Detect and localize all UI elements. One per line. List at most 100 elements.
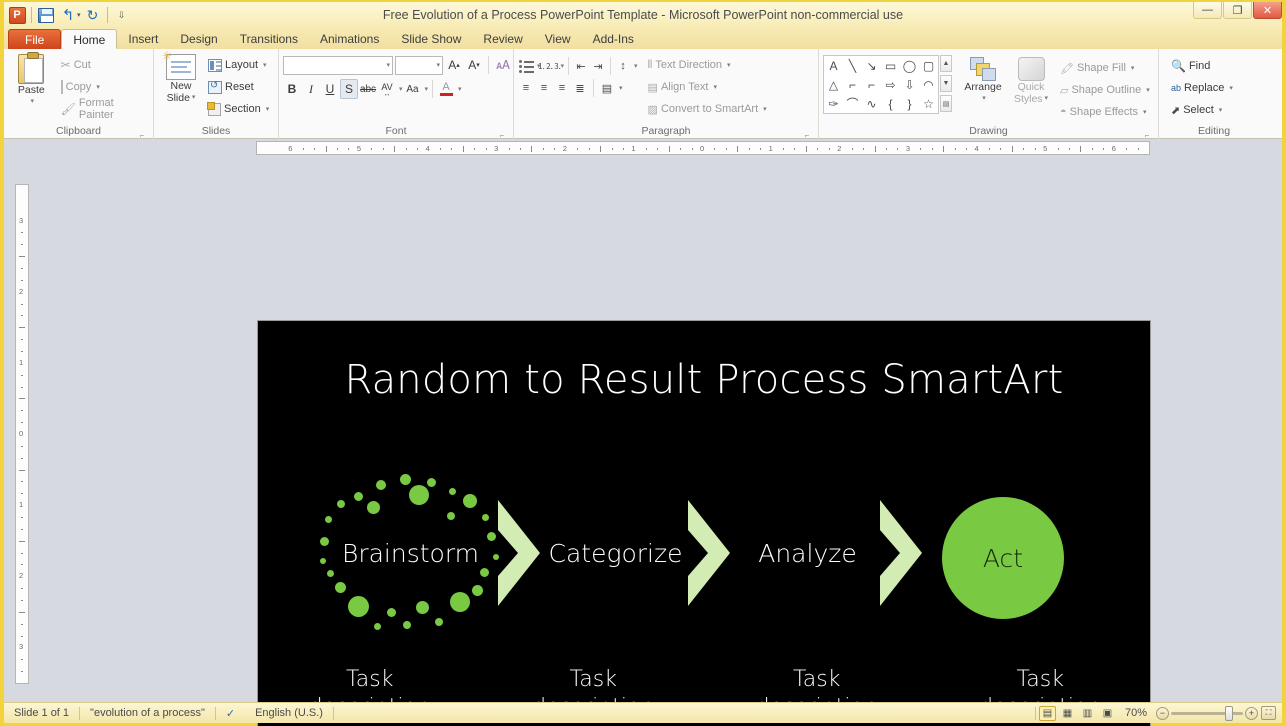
columns-dropdown-icon[interactable]: ▾ xyxy=(619,84,623,92)
align-text-button[interactable]: ▤ Align Text ▾ xyxy=(648,76,767,98)
section-button[interactable]: Section ▾ xyxy=(208,98,269,120)
change-case-button[interactable]: Aa xyxy=(404,79,422,99)
shape-down-arrow-icon[interactable]: ⇩ xyxy=(900,75,919,94)
numbering-dropdown-icon[interactable]: ▾ xyxy=(561,62,565,70)
columns-icon[interactable]: ▤ xyxy=(599,80,615,96)
shapes-gallery-more-icon[interactable]: ▤ xyxy=(940,95,952,112)
close-button[interactable]: ✕ xyxy=(1253,2,1282,19)
copy-button[interactable]: Copy ▾ xyxy=(61,76,149,98)
shape-left-brace-icon[interactable]: { xyxy=(881,94,900,113)
select-button[interactable]: ⬈ Select ▾ xyxy=(1171,99,1233,121)
shape-star-icon[interactable]: ☆ xyxy=(919,94,938,113)
grow-font-button[interactable]: A▴ xyxy=(445,55,463,75)
character-spacing-button[interactable]: AV↔ xyxy=(378,79,396,99)
zoom-slider-thumb[interactable] xyxy=(1225,706,1233,721)
paste-button[interactable]: Paste ▾ xyxy=(8,52,55,108)
new-slide-dropdown-icon[interactable]: ▾ xyxy=(192,92,196,104)
arrange-dropdown-icon[interactable]: ▾ xyxy=(982,93,986,105)
shape-freeform-icon[interactable]: ∿ xyxy=(862,94,881,113)
undo-dropdown-icon[interactable]: ▾ xyxy=(77,11,81,19)
layout-button[interactable]: Layout ▾ xyxy=(208,54,269,76)
shape-elbow-arrow-icon[interactable]: ⌐ xyxy=(862,75,881,94)
horizontal-ruler[interactable]: 6543210123456 xyxy=(256,141,1150,155)
italic-button[interactable]: I xyxy=(302,79,320,99)
tab-design[interactable]: Design xyxy=(169,29,228,49)
shapes-gallery[interactable]: A ╲ ↘ ▭ ◯ ▢ △ ⌐ ⌐ ⇨ ⇩ ◠ ✑ ⌒ ∿ { } xyxy=(823,55,939,114)
decrease-indent-icon[interactable]: ⇤ xyxy=(573,58,589,74)
font-name-input[interactable]: ▾ xyxy=(283,56,393,75)
undo-icon[interactable]: ↰ xyxy=(58,5,78,25)
shape-right-brace-icon[interactable]: } xyxy=(900,94,919,113)
customize-qat-icon[interactable]: ⇩ xyxy=(112,5,132,25)
cut-button[interactable]: ✂ Cut xyxy=(61,54,149,76)
shape-elbow-connector-icon[interactable]: ⌐ xyxy=(843,75,862,94)
shape-effects-button[interactable]: ◓ Shape Effects ▾ xyxy=(1060,101,1150,123)
zoom-out-button[interactable]: − xyxy=(1156,707,1169,720)
maximize-button[interactable]: ❐ xyxy=(1223,2,1252,19)
paragraph-dialog-launcher[interactable]: ⌐ xyxy=(802,128,812,138)
shape-ellipse-icon[interactable]: ◯ xyxy=(900,56,919,75)
shape-arrow-icon[interactable]: ↘ xyxy=(862,56,881,75)
copy-dropdown-icon[interactable]: ▾ xyxy=(96,83,100,91)
justify-icon[interactable]: ≣ xyxy=(572,80,588,96)
shape-triangle-icon[interactable]: △ xyxy=(824,75,843,94)
minimize-button[interactable]: — xyxy=(1193,2,1222,19)
slide-canvas[interactable]: Random to Result Process SmartArt Brains… xyxy=(257,320,1151,726)
shape-fill-button[interactable]: 🖍 Shape Fill ▾ xyxy=(1060,57,1150,79)
align-center-icon[interactable]: ≡ xyxy=(536,80,552,96)
zoom-in-button[interactable]: + xyxy=(1245,707,1258,720)
tab-transitions[interactable]: Transitions xyxy=(229,29,309,49)
zoom-slider-track[interactable] xyxy=(1171,712,1243,715)
tab-slide-show[interactable]: Slide Show xyxy=(390,29,472,49)
shapes-gallery-scroll[interactable]: ▲ ▼ ▤ xyxy=(940,55,952,112)
text-direction-button[interactable]: ⦀ Text Direction ▾ xyxy=(648,54,767,76)
text-shadow-button[interactable]: S xyxy=(340,79,358,99)
drawing-dialog-launcher[interactable]: ⌐ xyxy=(1142,128,1152,138)
shape-scribble-icon[interactable]: ✑ xyxy=(824,94,843,113)
underline-button[interactable]: U xyxy=(321,79,339,99)
reading-view-button[interactable]: ▥ xyxy=(1079,706,1096,721)
font-size-input[interactable]: ▾ xyxy=(395,56,443,75)
zoom-slider[interactable]: − + xyxy=(1156,707,1258,720)
shape-outline-button[interactable]: ▱ Shape Outline ▾ xyxy=(1060,79,1150,101)
find-button[interactable]: 🔍 Find xyxy=(1171,55,1233,77)
tab-file[interactable]: File xyxy=(8,29,61,49)
tab-home[interactable]: Home xyxy=(61,29,117,49)
increase-indent-icon[interactable]: ⇥ xyxy=(590,58,606,74)
shrink-font-button[interactable]: A▾ xyxy=(465,55,483,75)
shape-cloud-icon[interactable]: ◠ xyxy=(919,75,938,94)
spell-check-button[interactable]: ✓ xyxy=(216,705,245,722)
strikethrough-button[interactable]: abc xyxy=(359,79,377,99)
change-case-dropdown-icon[interactable]: ▾ xyxy=(425,85,429,93)
redo-icon[interactable]: ↻ xyxy=(83,5,103,25)
convert-to-smartart-button[interactable]: ▨ Convert to SmartArt ▾ xyxy=(648,98,767,120)
replace-button[interactable]: ab Replace ▾ xyxy=(1171,77,1233,99)
tab-view[interactable]: View xyxy=(534,29,582,49)
align-right-icon[interactable]: ≡ xyxy=(554,80,570,96)
slide-sorter-view-button[interactable]: ▦ xyxy=(1059,706,1076,721)
quick-styles-button[interactable]: Quick Styles ▾ xyxy=(1008,55,1054,105)
shapes-scroll-down-icon[interactable]: ▼ xyxy=(940,75,952,92)
shape-textbox-icon[interactable]: A xyxy=(824,56,843,75)
shape-curve-icon[interactable]: ⌒ xyxy=(843,94,862,113)
font-dialog-launcher[interactable]: ⌐ xyxy=(497,128,507,138)
slide-title[interactable]: Random to Result Process SmartArt xyxy=(258,357,1150,403)
slide-show-view-button[interactable]: ▣ xyxy=(1099,706,1116,721)
smartart-dropdown-icon[interactable]: ▾ xyxy=(763,105,767,113)
line-spacing-icon[interactable]: ↕ xyxy=(615,58,631,74)
smartart-diagram[interactable]: Brainstorm Categorize Analyze xyxy=(258,471,1152,651)
shapes-scroll-up-icon[interactable]: ▲ xyxy=(940,55,952,72)
reset-button[interactable]: Reset xyxy=(208,76,269,98)
shape-rounded-rect-icon[interactable]: ▢ xyxy=(919,56,938,75)
tab-insert[interactable]: Insert xyxy=(117,29,169,49)
shape-rectangle-icon[interactable]: ▭ xyxy=(881,56,900,75)
format-painter-button[interactable]: 🖌 Format Painter xyxy=(61,98,149,120)
stage-label-categorize[interactable]: Categorize xyxy=(523,539,708,568)
tab-add-ins[interactable]: Add-Ins xyxy=(582,29,645,49)
new-slide-button[interactable]: ✳ New Slide ▾ xyxy=(158,52,204,104)
save-icon[interactable] xyxy=(36,5,56,25)
shape-line-icon[interactable]: ╲ xyxy=(843,56,862,75)
arrange-button[interactable]: Arrange ▾ xyxy=(958,55,1008,105)
shape-right-arrow-icon[interactable]: ⇨ xyxy=(881,75,900,94)
section-dropdown-icon[interactable]: ▾ xyxy=(266,105,270,113)
